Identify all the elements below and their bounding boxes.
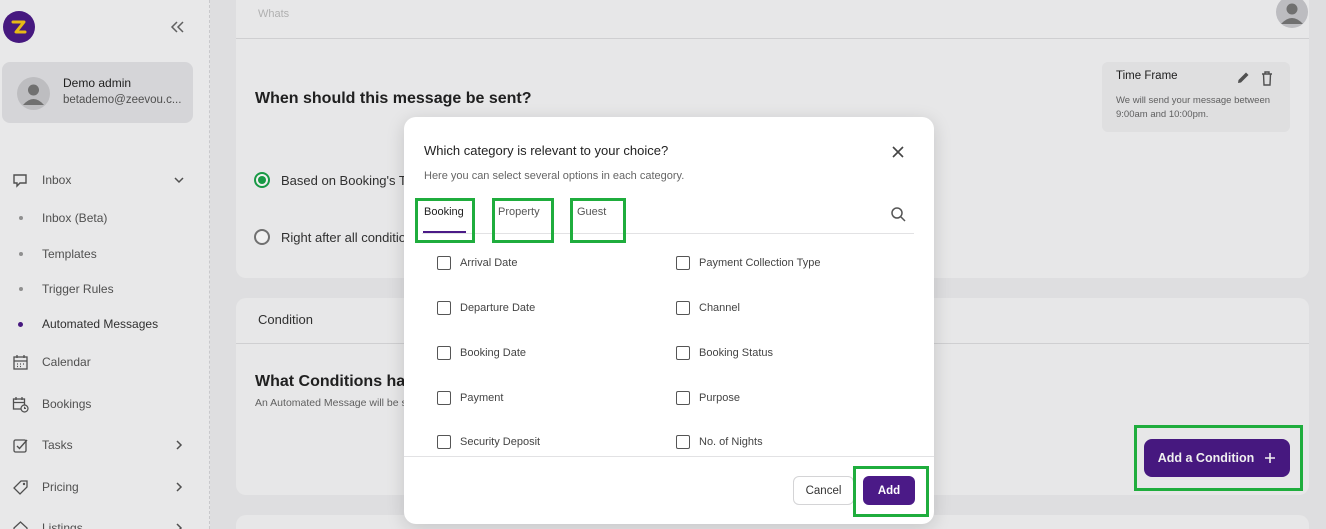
option-label: Booking Date — [460, 347, 527, 359]
checkbox[interactable] — [676, 435, 690, 449]
category-modal: Which category is relevant to your choic… — [404, 117, 934, 524]
option-arrival-date[interactable]: Arrival Date — [437, 256, 517, 270]
option-label: Arrival Date — [460, 257, 518, 269]
option-label: Booking Status — [699, 347, 773, 359]
option-booking-status[interactable]: Booking Status — [676, 346, 773, 360]
option-no-of-nights[interactable]: No. of Nights — [676, 435, 763, 449]
option-payment-collection-type[interactable]: Payment Collection Type — [676, 256, 820, 270]
modal-footer-divider — [404, 456, 934, 457]
option-label: Payment Collection Type — [699, 257, 821, 269]
search-icon[interactable] — [890, 206, 906, 222]
option-booking-date[interactable]: Booking Date — [437, 346, 526, 360]
highlight-tab-property — [492, 198, 554, 243]
checkbox[interactable] — [437, 301, 451, 315]
option-security-deposit[interactable]: Security Deposit — [437, 435, 540, 449]
checkbox[interactable] — [437, 346, 451, 360]
highlight-add-button — [853, 466, 929, 517]
checkbox[interactable] — [437, 391, 451, 405]
highlight-add-condition — [1134, 425, 1303, 491]
option-departure-date[interactable]: Departure Date — [437, 301, 535, 315]
checkbox[interactable] — [437, 435, 451, 449]
checkbox[interactable] — [676, 256, 690, 270]
checkbox[interactable] — [437, 256, 451, 270]
checkbox[interactable] — [676, 301, 690, 315]
option-label: Departure Date — [460, 302, 536, 314]
modal-subtitle: Here you can select several options in e… — [424, 170, 685, 182]
highlight-tab-guest — [570, 198, 626, 243]
option-label: Payment — [460, 392, 504, 404]
checkbox[interactable] — [676, 391, 690, 405]
checkbox[interactable] — [676, 346, 690, 360]
option-purpose[interactable]: Purpose — [676, 391, 740, 405]
option-payment[interactable]: Payment — [437, 391, 503, 405]
option-label: Purpose — [699, 392, 740, 404]
highlight-tab-booking — [415, 198, 475, 243]
close-icon[interactable] — [890, 144, 906, 160]
option-label: No. of Nights — [699, 436, 763, 448]
option-label: Channel — [699, 302, 740, 314]
modal-title: Which category is relevant to your choic… — [424, 143, 669, 158]
option-channel[interactable]: Channel — [676, 301, 740, 315]
cancel-button[interactable]: Cancel — [793, 476, 854, 505]
option-label: Security Deposit — [460, 436, 541, 448]
